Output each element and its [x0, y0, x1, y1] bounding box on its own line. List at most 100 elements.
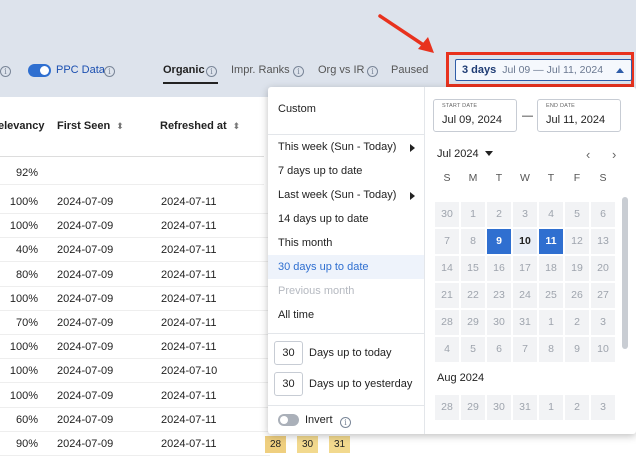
relevancy-cell: 100% [9, 292, 38, 305]
chevron-right-icon[interactable]: › [612, 147, 616, 162]
preset-custom[interactable]: Custom [268, 97, 424, 121]
calendar-day[interactable]: 10 [591, 337, 615, 362]
calendar-day[interactable]: 8 [461, 229, 485, 254]
days-up-to-yesterday-label: Days up to yesterday [309, 378, 413, 390]
calendar-day[interactable]: 28 [435, 310, 459, 335]
calendar-day[interactable]: 29 [461, 310, 485, 335]
calendar-day[interactable]: 2 [565, 310, 589, 335]
preset-14-days[interactable]: 14 days up to date [268, 207, 424, 231]
calendar-day[interactable]: 31 [513, 310, 537, 335]
calendar-day[interactable]: 1 [539, 310, 563, 335]
relevancy-cell: 100% [9, 196, 38, 208]
calendar-day[interactable]: 3 [513, 202, 537, 227]
calendar-day[interactable]: 11 [539, 229, 563, 254]
calendar-day[interactable]: 21 [435, 283, 459, 308]
tab-paused[interactable]: Paused [391, 64, 428, 76]
calendar-day[interactable]: 20 [591, 256, 615, 281]
days-up-to-yesterday-input[interactable]: 30 [274, 372, 303, 396]
calendar-day[interactable]: 3 [591, 310, 615, 335]
calendar-day[interactable]: 24 [513, 283, 537, 308]
calendar-day[interactable]: 30 [487, 395, 511, 420]
calendar-day[interactable]: 19 [565, 256, 589, 281]
calendar-day[interactable]: 2 [487, 202, 511, 227]
calendar-day[interactable]: 27 [591, 283, 615, 308]
calendar-day[interactable]: 30 [487, 310, 511, 335]
ppc-data-toggle[interactable] [28, 64, 51, 77]
calendar-day[interactable]: 3 [591, 395, 615, 420]
relevancy-cell: 100% [9, 220, 38, 233]
calendar-day[interactable]: 31 [513, 395, 537, 420]
table-row[interactable]: 40% 2024-07-09 2024-07-11 [0, 238, 270, 263]
date-range-button[interactable]: 3 days Jul 09 — Jul 11, 2024 [455, 59, 632, 81]
info-icon[interactable]: i [293, 64, 304, 77]
info-icon[interactable]: i [0, 64, 11, 77]
table-row[interactable]: 100% 2024-07-09 2024-07-11 [0, 190, 270, 214]
calendar-day[interactable]: 13 [591, 229, 615, 254]
calendar-day[interactable]: 1 [461, 202, 485, 227]
calendar-day[interactable]: 26 [565, 283, 589, 308]
calendar-day[interactable]: 6 [487, 337, 511, 362]
calendar-day[interactable]: 29 [461, 395, 485, 420]
preset-30-days[interactable]: 30 days up to date [268, 255, 424, 279]
calendar-day[interactable]: 7 [435, 229, 459, 254]
calendar-day[interactable]: 9 [487, 229, 511, 254]
calendar-day[interactable]: 4 [539, 202, 563, 227]
column-header-relevancy[interactable]: elevancy [0, 120, 44, 132]
table-row[interactable]: 80% 2024-07-09 2024-07-11 [0, 263, 270, 287]
table-row[interactable]: 70% 2024-07-09 2024-07-11 [0, 311, 270, 335]
calendar-day[interactable]: 16 [487, 256, 511, 281]
tab-impr-ranks[interactable]: Impr. Ranks [231, 64, 290, 76]
tab-organic[interactable]: Organic [163, 64, 205, 76]
preset-all-time[interactable]: All time [268, 303, 424, 327]
preset-7-days[interactable]: 7 days up to date [268, 159, 424, 183]
calendar-day[interactable]: 1 [539, 395, 563, 420]
info-icon[interactable]: i [104, 64, 115, 77]
start-date-field[interactable]: START DATE Jul 09, 2024 [433, 99, 517, 132]
column-header-refreshed-at[interactable]: Refreshed at ⬍ [160, 120, 240, 132]
calendar-day[interactable]: 12 [565, 229, 589, 254]
calendar-day[interactable]: 4 [435, 337, 459, 362]
calendar-day[interactable]: 22 [461, 283, 485, 308]
calendar-day[interactable]: 7 [513, 337, 537, 362]
calendar-day[interactable]: 5 [565, 202, 589, 227]
calendar-day[interactable]: 25 [539, 283, 563, 308]
calendar-day[interactable]: 15 [461, 256, 485, 281]
table-row[interactable]: 100% 2024-07-09 2024-07-11 [0, 384, 270, 408]
end-date-field[interactable]: END DATE Jul 11, 2024 [537, 99, 621, 132]
sort-icon[interactable]: ⬍ [233, 121, 241, 132]
preset-this-week[interactable]: This week (Sun - Today) [268, 135, 424, 159]
sort-icon[interactable]: ⬍ [116, 121, 124, 132]
table-row[interactable]: 100% 2024-07-09 2024-07-11 [0, 335, 270, 360]
calendar-day[interactable]: 9 [565, 337, 589, 362]
info-icon[interactable]: i [367, 64, 378, 77]
ppc-data-label: PPC Data [56, 64, 105, 76]
info-icon[interactable]: i [340, 415, 351, 428]
refreshed-at-cell: 2024-07-11 [161, 292, 217, 305]
calendar-day[interactable]: 5 [461, 337, 485, 362]
calendar-day[interactable]: 23 [487, 283, 511, 308]
table-row[interactable]: 100% 2024-07-09 2024-07-11 [0, 287, 270, 311]
chevron-left-icon[interactable]: ‹ [586, 147, 590, 162]
preset-this-month[interactable]: This month [268, 231, 424, 255]
calendar-day[interactable]: 10 [513, 229, 537, 254]
table-row[interactable]: 100% 2024-07-09 2024-07-11 [0, 214, 270, 239]
calendar-day[interactable]: 8 [539, 337, 563, 362]
days-up-to-today-input[interactable]: 30 [274, 341, 303, 365]
calendar-day[interactable]: 30 [435, 202, 459, 227]
calendar-day[interactable]: 28 [435, 395, 459, 420]
table-row[interactable]: 100% 2024-07-09 2024-07-10 [0, 359, 270, 384]
calendar-day[interactable]: 6 [591, 202, 615, 227]
table-row[interactable]: 60% 2024-07-09 2024-07-11 [0, 408, 270, 432]
calendar-day[interactable]: 14 [435, 256, 459, 281]
tab-org-vs-ir[interactable]: Org vs IR [318, 64, 364, 76]
calendar-scrollbar[interactable] [622, 197, 628, 349]
invert-toggle[interactable] [278, 414, 299, 426]
month-selector[interactable]: Jul 2024 [437, 148, 493, 160]
calendar-day[interactable]: 2 [565, 395, 589, 420]
info-icon[interactable]: i [206, 64, 217, 77]
preset-last-week[interactable]: Last week (Sun - Today) [268, 183, 424, 207]
calendar-day[interactable]: 17 [513, 256, 537, 281]
table-row[interactable]: 90% 2024-07-09 2024-07-11 [0, 432, 270, 456]
column-header-first-seen[interactable]: First Seen ⬍ [57, 120, 124, 132]
calendar-day[interactable]: 18 [539, 256, 563, 281]
